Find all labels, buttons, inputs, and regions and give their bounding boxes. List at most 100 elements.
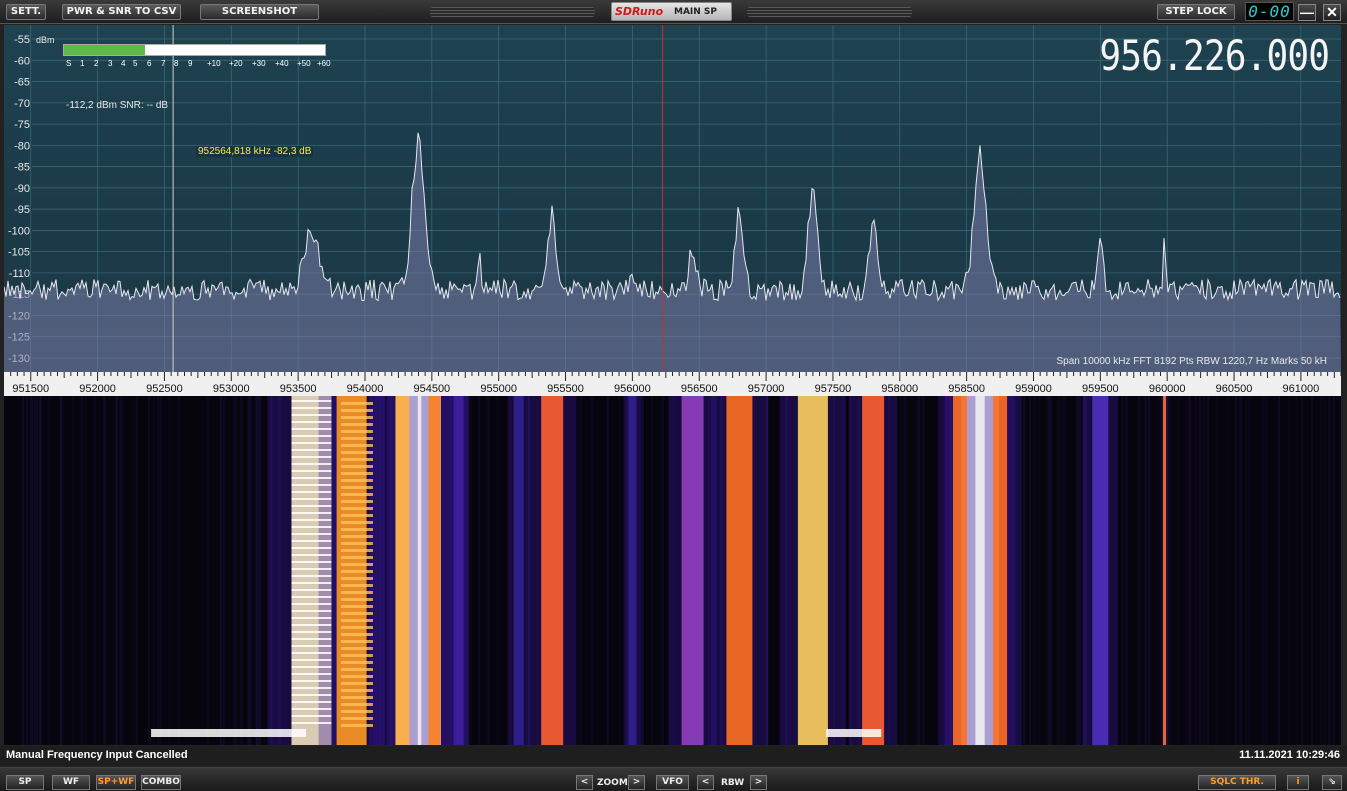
step-lock-button[interactable]: STEP LOCK <box>1157 4 1235 20</box>
close-icon[interactable]: ✕ <box>1323 4 1341 21</box>
waterfall-band <box>291 463 332 465</box>
waterfall-noise <box>153 396 156 745</box>
waterfall-noise <box>918 396 921 745</box>
waterfall-band <box>291 589 332 591</box>
waterfall-noise <box>122 396 125 745</box>
waterfall-band <box>340 717 373 720</box>
vfo-frequency-display[interactable]: 956.226.000 <box>1099 31 1330 80</box>
waterfall-noise <box>39 396 42 745</box>
info-icon[interactable]: i <box>1287 775 1309 790</box>
waterfall-band <box>340 661 373 664</box>
waterfall-band <box>340 689 373 692</box>
waterfall-band <box>340 486 373 489</box>
freq-tick-label: 959500 <box>1082 383 1119 395</box>
waterfall-display[interactable] <box>4 396 1341 745</box>
waterfall-noise <box>1029 396 1032 745</box>
frequency-axis[interactable]: 951500 952000 952500 953000 953500 954000 9545… <box>4 372 1342 396</box>
waterfall-signal <box>1092 396 1109 745</box>
waterfall-noise <box>1178 396 1181 745</box>
waterfall-band <box>340 598 373 601</box>
freq-tick-label: 953000 <box>213 383 250 395</box>
freq-tick-label: 956500 <box>681 383 718 395</box>
db-tick-label: -70 <box>14 98 30 110</box>
spectrum-display[interactable]: -55 -60 -65 -70 -75 -80 -85 -90 -95 -100 -105 -110 -… <box>4 25 1341 372</box>
waterfall-noise <box>135 396 138 745</box>
waterfall-band <box>291 624 332 626</box>
waterfall-band <box>291 715 332 717</box>
waterfall-band <box>291 617 332 619</box>
s-meter-tick: +40 <box>275 59 289 68</box>
freq-tick-label: 954000 <box>347 383 384 395</box>
waterfall-signal <box>993 396 1008 745</box>
resize-icon[interactable]: ⇘ <box>1322 775 1342 790</box>
waterfall-noise <box>1056 396 1059 745</box>
combo-mode-button[interactable]: COMBO <box>141 775 181 790</box>
bottom-toolbar: SP WF SP+WF COMBO < ZOOM > VFO < RBW > S… <box>0 767 1347 791</box>
vfo-button[interactable]: VFO <box>656 775 689 790</box>
db-tick-label: -65 <box>14 77 30 89</box>
db-tick-label: -60 <box>14 55 30 67</box>
waterfall-noise <box>255 396 258 745</box>
sqlc-threshold-button[interactable]: SQLC THR. <box>1198 775 1276 790</box>
s-meter-tick: 8 <box>174 59 179 68</box>
freq-tick-label: 951500 <box>12 383 49 395</box>
sp-wf-mode-button[interactable]: SP+WF <box>96 775 136 790</box>
waterfall-noise <box>222 396 225 745</box>
drag-grip-left[interactable] <box>430 7 595 17</box>
waterfall-noise <box>233 396 236 745</box>
waterfall-band <box>291 477 332 479</box>
waterfall-noise <box>1138 396 1141 745</box>
sp-mode-button[interactable]: SP <box>6 775 44 790</box>
wf-mode-button[interactable]: WF <box>52 775 90 790</box>
rbw-decrease-button[interactable]: < <box>697 775 714 790</box>
waterfall-noise <box>1045 396 1048 745</box>
pwr-snr-to-csv-button[interactable]: PWR & SNR TO CSV <box>62 4 181 20</box>
waterfall-noise <box>1332 396 1335 745</box>
waterfall-noise <box>80 396 83 745</box>
minimize-icon[interactable]: — <box>1298 4 1316 21</box>
db-tick-label: -55 <box>14 34 30 46</box>
waterfall-band <box>291 540 332 542</box>
freq-tick-label: 952500 <box>146 383 183 395</box>
waterfall-band <box>340 563 373 566</box>
zoom-in-button[interactable]: > <box>628 775 645 790</box>
waterfall-noise <box>1148 396 1150 745</box>
waterfall-signal <box>453 396 464 745</box>
status-message: Manual Frequency Input Cancelled <box>6 749 188 761</box>
waterfall-noise <box>250 396 253 745</box>
freq-tick-label: 955500 <box>547 383 584 395</box>
waterfall-noise <box>72 396 75 745</box>
rbw-increase-button[interactable]: > <box>750 775 767 790</box>
waterfall-noise <box>93 396 96 745</box>
waterfall-signal <box>1163 396 1166 745</box>
waterfall-signal <box>726 396 753 745</box>
s-meter-tick: +10 <box>207 59 221 68</box>
waterfall-band <box>340 668 373 671</box>
s-meter-tick: 5 <box>133 59 138 68</box>
waterfall-band <box>340 612 373 615</box>
waterfall-band <box>340 437 373 440</box>
waterfall-noise <box>160 396 163 745</box>
waterfall-band <box>340 458 373 461</box>
span-info-text: Span 10000 kHz FFT 8192 Pts RBW 1220,7 H… <box>1056 356 1328 367</box>
settings-button[interactable]: SETT. <box>6 4 46 20</box>
s-meter-tick: 7 <box>161 59 166 68</box>
waterfall-noise <box>1157 396 1160 745</box>
waterfall-noise <box>1239 396 1242 745</box>
waterfall-bottom-burst <box>826 729 882 737</box>
waterfall-band <box>291 638 332 640</box>
db-tick-label: -110 <box>9 268 30 280</box>
screenshot-button[interactable]: SCREENSHOT <box>200 4 319 20</box>
waterfall-band <box>340 402 373 405</box>
waterfall-band <box>340 528 373 531</box>
waterfall-band <box>291 596 332 598</box>
waterfall-band <box>340 479 373 482</box>
step-digit-display[interactable]: 0-00 <box>1245 2 1294 21</box>
waterfall-noise <box>1327 396 1330 745</box>
zoom-out-button[interactable]: < <box>576 775 593 790</box>
waterfall-noise <box>1262 396 1265 745</box>
drag-grip-right[interactable] <box>747 7 912 17</box>
waterfall-noise <box>1023 396 1026 745</box>
waterfall-noise <box>157 396 160 745</box>
waterfall-band <box>340 577 373 580</box>
